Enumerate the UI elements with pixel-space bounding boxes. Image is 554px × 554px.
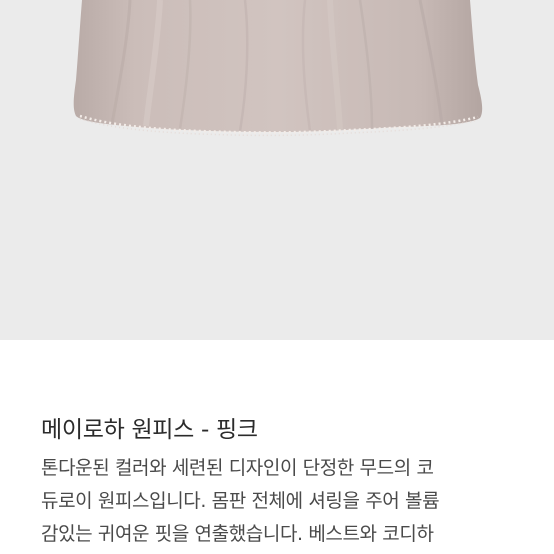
product-title: 메이로하 원피스 - 핑크 (41, 417, 258, 443)
dress-illustration (73, 0, 483, 137)
description-line: 감있는 귀여운 핏을 연출했습니다. 베스트와 코디하 (41, 523, 434, 545)
product-description: 톤다운된 컬러와 세련된 디자인이 단정한 무드의 코 듀로이 원피스입니다. … (41, 452, 554, 551)
description-line: 톤다운된 컬러와 세련된 디자인이 단정한 무드의 코 (41, 457, 434, 479)
product-detail-page: 메이로하 원피스 - 핑크 톤다운된 컬러와 세련된 디자인이 단정한 무드의 … (0, 0, 554, 554)
description-line: 듀로이 원피스입니다. 몸판 전체에 셔링을 주어 볼륨 (41, 490, 440, 512)
product-image[interactable] (0, 0, 554, 340)
dress-skirt (73, 0, 483, 132)
product-info: 메이로하 원피스 - 핑크 톤다운된 컬러와 세련된 디자인이 단정한 무드의 … (0, 340, 554, 554)
